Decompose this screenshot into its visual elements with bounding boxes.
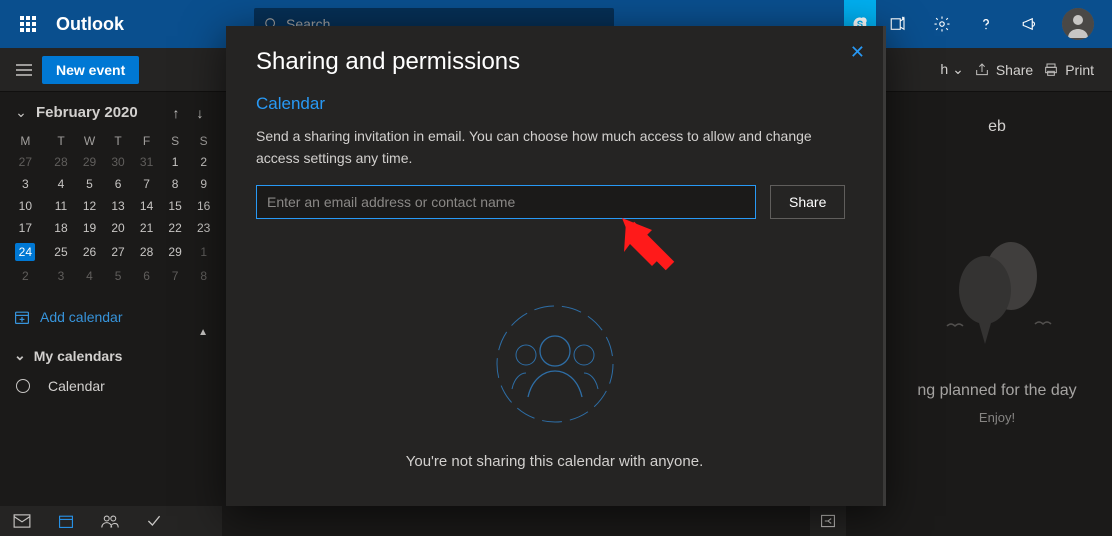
modal-subtitle: Calendar (256, 94, 853, 114)
share-button-modal[interactable]: Share (770, 185, 845, 219)
modal-close-icon[interactable]: ✕ (850, 42, 865, 63)
modal-description: Send a sharing invitation in email. You … (256, 126, 846, 169)
modal-overlay: ✕ Sharing and permissions Calendar Send … (0, 0, 1112, 536)
sharing-empty-text: You're not sharing this calendar with an… (406, 453, 704, 470)
modal-title: Sharing and permissions (256, 48, 853, 76)
sharing-permissions-modal: ✕ Sharing and permissions Calendar Send … (226, 26, 886, 506)
sharing-empty-illustration-icon (490, 299, 620, 429)
share-email-input[interactable] (256, 185, 756, 219)
